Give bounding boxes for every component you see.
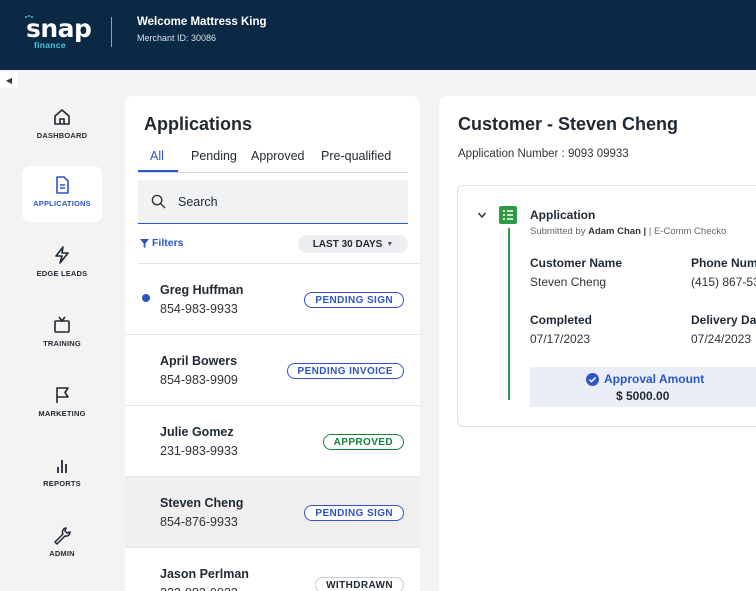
tab-pre-qualified[interactable]: Pre-qualified [321, 149, 391, 163]
applicant-name: Jason Perlman [160, 567, 249, 581]
nav-label-training: TRAINING [43, 339, 81, 348]
nav-applications[interactable]: APPLICATIONS [22, 166, 102, 222]
approval-amount-label: Approval Amount [604, 372, 705, 386]
application-label: Application [530, 208, 596, 222]
approval-amount-box: Approval Amount $ 5000.00 [530, 367, 756, 407]
filters-button[interactable]: Filters [140, 237, 184, 249]
timeline-line [508, 228, 510, 400]
submitted-by-name: Adam Chan [588, 226, 641, 237]
nav-marketing[interactable]: MARKETING [22, 376, 102, 432]
application-row[interactable]: Julie Gomez 231-983-9933 APPROVED [125, 406, 420, 477]
welcome-text: Welcome Mattress King [137, 16, 267, 28]
applicant-name: Julie Gomez [160, 425, 234, 439]
applications-panel: Applications All Pending Approved Pre-qu… [125, 96, 420, 591]
application-card: Application Submitted by Adam Chan | | E… [457, 185, 756, 427]
tab-approved[interactable]: Approved [251, 149, 305, 163]
application-row[interactable]: Greg Huffman 854-983-9933 PENDING SIGN [125, 264, 420, 335]
logo-sub: finance [34, 40, 66, 50]
applicant-phone: 854-983-9909 [160, 373, 238, 387]
delivery-date-value: 07/24/2023 [691, 332, 752, 346]
collapse-sidebar-button[interactable]: ◀ [0, 72, 18, 88]
nav-training[interactable]: TRAINING [22, 306, 102, 362]
phone-number-label: Phone Num [691, 256, 756, 270]
chevron-left-icon: ◀ [5, 75, 13, 85]
date-range-label: LAST 30 DAYS [312, 238, 383, 250]
applicant-name: Steven Cheng [160, 496, 244, 510]
check-circle-icon [586, 372, 599, 386]
application-row[interactable]: April Bowers 854-983-9909 PENDING INVOIC… [125, 335, 420, 406]
logo-word: snap [26, 14, 92, 43]
nav-reports[interactable]: REPORTS [22, 446, 102, 502]
customer-name-value: Steven Cheng [530, 275, 607, 289]
customer-title: Customer - Steven Cheng [458, 114, 679, 134]
nav-label-dashboard: DASHBOARD [36, 131, 88, 140]
approval-amount-heading: Approval Amount [586, 372, 704, 386]
tab-all[interactable]: All [150, 149, 164, 163]
completed-label: Completed [530, 313, 593, 327]
wrench-icon [54, 527, 71, 545]
application-row[interactable]: Jason Perlman 222-983-9933 WITHDRAWN [125, 548, 420, 591]
merchant-id: Merchant ID: 30086 [137, 33, 217, 43]
status-badge: APPROVED [322, 434, 404, 450]
checklist-icon [499, 206, 517, 224]
submitted-prefix: Submitted by [530, 226, 589, 237]
completed-value: 07/17/2023 [530, 332, 591, 346]
nav-label-admin: ADMIN [49, 549, 75, 558]
applicant-phone: 231-983-9933 [160, 444, 238, 458]
search-box [138, 180, 408, 224]
search-input[interactable] [178, 192, 398, 212]
phone-number-value: (415) 867-53 [691, 275, 756, 289]
filters-label: Filters [152, 237, 184, 249]
lightning-icon [55, 246, 69, 264]
nav-admin[interactable]: ADMIN [22, 516, 102, 572]
document-icon [56, 176, 69, 194]
nav-label-applications: APPLICATIONS [33, 199, 91, 208]
status-badge: PENDING SIGN [304, 505, 404, 521]
application-number: Application Number : 9093 09933 [458, 148, 629, 160]
bar-chart-icon [57, 460, 67, 473]
unread-dot-icon [142, 294, 150, 302]
nav-edge-leads[interactable]: EDGE LEADS [22, 236, 102, 292]
approval-amount-value: $ 5000.00 [616, 389, 670, 403]
date-range-dropdown[interactable]: LAST 30 DAYS ▼ [298, 235, 408, 253]
applicant-name: Greg Huffman [160, 283, 244, 297]
applications-title: Applications [144, 114, 253, 134]
nav-dashboard[interactable]: DASHBOARD [22, 98, 102, 154]
delivery-date-label: Delivery Da [691, 313, 756, 327]
tv-icon [54, 316, 70, 333]
nav-label-edge-leads: EDGE LEADS [36, 269, 88, 278]
customer-name-label: Customer Name [530, 256, 623, 270]
flag-icon [56, 387, 69, 403]
applicant-phone: 222-983-9933 [160, 586, 238, 591]
submitted-suffix: | E-Comm Checko [646, 226, 727, 237]
tabs-divider [138, 172, 408, 173]
search-icon [151, 194, 166, 209]
caret-down-icon: ▼ [386, 240, 394, 248]
applicant-name: April Bowers [160, 354, 238, 368]
home-icon [54, 109, 70, 125]
applicant-phone: 854-876-9933 [160, 515, 238, 529]
header-divider [111, 17, 112, 47]
nav-label-marketing: MARKETING [38, 409, 86, 418]
application-row-selected[interactable]: Steven Cheng 854-876-9933 PENDING SIGN [125, 477, 420, 548]
top-bar: snap finance Welcome Mattress King Merch… [0, 0, 756, 70]
active-tab-indicator [138, 170, 178, 172]
chevron-down-icon[interactable] [477, 210, 487, 220]
nav-label-reports: REPORTS [43, 479, 81, 488]
filter-icon [140, 238, 149, 248]
status-badge: WITHDRAWN [315, 577, 404, 591]
status-badge: PENDING INVOICE [286, 363, 404, 379]
tab-pending[interactable]: Pending [191, 149, 237, 163]
snap-finance-logo[interactable]: snap finance [24, 14, 94, 50]
applicant-phone: 854-983-9933 [160, 302, 238, 316]
status-badge: PENDING SIGN [304, 292, 404, 308]
submitted-by-text: Submitted by Adam Chan | | E-Comm Checko [530, 226, 726, 237]
customer-panel: Customer - Steven Cheng Application Numb… [439, 96, 756, 591]
